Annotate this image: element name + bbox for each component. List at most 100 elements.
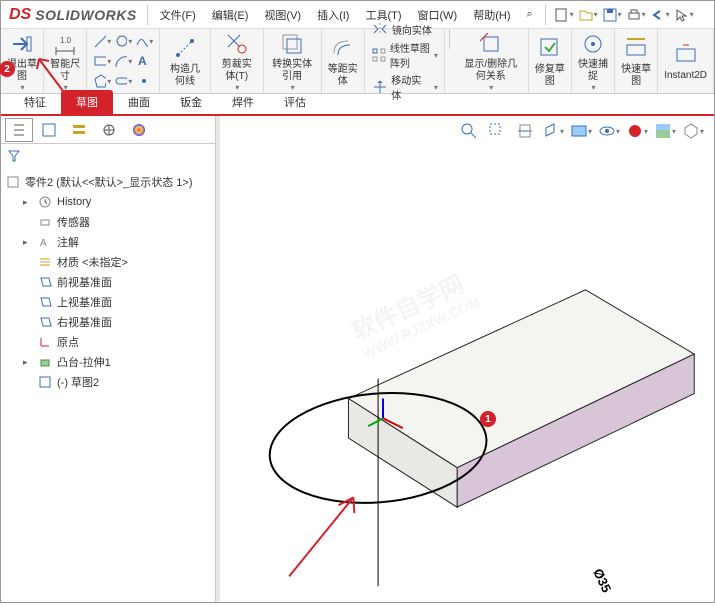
- quicksnap-button[interactable]: 快速捕捉 ▾: [572, 29, 615, 93]
- spline-tool[interactable]: ▾: [135, 32, 153, 50]
- mirror-icon: [371, 20, 389, 38]
- model-geometry: [220, 116, 714, 602]
- offset-button[interactable]: 等距实体: [322, 29, 365, 93]
- trim-button[interactable]: 剪裁实体(T) ▾: [211, 29, 264, 93]
- undo-button[interactable]: ▾: [650, 5, 670, 25]
- logo-text: SOLIDWORKS: [35, 7, 136, 23]
- tree-sensors[interactable]: 传感器: [5, 212, 211, 232]
- tree-material[interactable]: 材质 <未指定>: [5, 252, 211, 272]
- offset-label: 等距实体: [328, 64, 358, 88]
- menu-edit[interactable]: 编辑(E): [204, 4, 257, 26]
- tab-sheetmetal[interactable]: 钣金: [165, 90, 217, 114]
- exit-sketch-button[interactable]: 2 退出草图 ▾: [1, 29, 44, 93]
- polygon-tool[interactable]: ▾: [93, 72, 111, 90]
- zoom-fit-icon[interactable]: [458, 120, 480, 142]
- display-relations-label: 显示/删除几何关系: [460, 59, 522, 83]
- instant2d-icon: [672, 40, 700, 68]
- origin-icon: [37, 334, 53, 350]
- view-settings-icon[interactable]: ▾: [682, 120, 704, 142]
- select-button[interactable]: ▾: [674, 5, 694, 25]
- construction-icon: [171, 34, 199, 62]
- mirror-label: 镜向实体: [392, 22, 432, 37]
- filter-icon[interactable]: [7, 149, 21, 163]
- construction-button[interactable]: 构造几何线: [160, 29, 211, 93]
- convert-button[interactable]: 转换实体引用 ▾: [264, 29, 322, 93]
- logo-mark: DS: [9, 6, 31, 24]
- expander-icon[interactable]: ▸: [23, 357, 33, 368]
- view-toolbar: ▾ ▾ ▾ ▾ ▾ ▾: [458, 120, 704, 142]
- tree-tab-config[interactable]: [65, 118, 93, 142]
- repair-label: 修复草图: [535, 64, 565, 88]
- pattern-button[interactable]: 线性草图阵列▾: [371, 40, 438, 70]
- pattern-label: 线性草图阵列: [390, 40, 430, 70]
- line-tool[interactable]: ▾: [93, 32, 111, 50]
- menu-view[interactable]: 视图(V): [256, 4, 309, 26]
- expander-icon[interactable]: ▸: [23, 237, 33, 248]
- quicksnap-label: 快速捕捉: [578, 59, 608, 83]
- scene-icon[interactable]: ▾: [654, 120, 676, 142]
- hide-show-icon[interactable]: ▾: [598, 120, 620, 142]
- print-button[interactable]: ▾: [626, 5, 646, 25]
- repair-button[interactable]: 修复草图: [529, 29, 572, 93]
- tree-right-label: 右视基准面: [57, 314, 112, 330]
- tree-right-plane[interactable]: 右视基准面: [5, 312, 211, 332]
- tree-root[interactable]: 零件2 (默认<<默认>_显示状态 1>): [5, 172, 211, 192]
- display-relations-button[interactable]: 显示/删除几何关系 ▾: [454, 29, 529, 93]
- tree-sketch2[interactable]: (-) 草图2: [5, 372, 211, 392]
- tree-history[interactable]: ▸History: [5, 192, 211, 212]
- expander-icon[interactable]: ▸: [23, 197, 33, 208]
- feature-manager-pane: 零件2 (默认<<默认>_显示状态 1>) ▸History 传感器 ▸A注解 …: [1, 116, 216, 602]
- tree-front-plane[interactable]: 前视基准面: [5, 272, 211, 292]
- tree-annotations[interactable]: ▸A注解: [5, 232, 211, 252]
- sensors-icon: [37, 214, 53, 230]
- plane-icon: [37, 274, 53, 290]
- orient-icon[interactable]: ▾: [542, 120, 564, 142]
- tree-sensors-label: 传感器: [57, 214, 90, 230]
- plane-icon: [37, 294, 53, 310]
- sketch-icon: [37, 374, 53, 390]
- tree-tab-property[interactable]: [35, 118, 63, 142]
- convert-label: 转换实体引用: [270, 59, 315, 83]
- extrude-icon: [37, 354, 53, 370]
- repair-icon: [536, 34, 564, 62]
- graphics-viewport[interactable]: ▾ ▾ ▾ ▾ ▾ ▾ 软件自学网 WWW.RJZXW.COM: [220, 116, 714, 602]
- circle-tool[interactable]: ▾: [114, 32, 132, 50]
- tree-tab-feature[interactable]: [5, 118, 33, 142]
- tab-weldments[interactable]: 焊件: [217, 90, 269, 114]
- annotations-icon: A: [37, 234, 53, 250]
- trim-icon: [223, 31, 251, 57]
- menu-help[interactable]: 帮助(H): [465, 4, 518, 26]
- command-manager-tabs: 特征 草图 曲面 钣金 焊件 评估: [1, 94, 714, 116]
- save-button[interactable]: ▾: [602, 5, 622, 25]
- menu-search-icon[interactable]: ⌕: [519, 5, 541, 24]
- rect-tool[interactable]: ▾: [93, 52, 111, 70]
- pattern-icon: [371, 46, 387, 64]
- tree-tab-display[interactable]: [125, 118, 153, 142]
- open-button[interactable]: ▾: [578, 5, 598, 25]
- text-tool[interactable]: A: [135, 52, 153, 70]
- appearance-icon[interactable]: ▾: [626, 120, 648, 142]
- tree-extrude[interactable]: ▸凸台-拉伸1: [5, 352, 211, 372]
- arc-tool[interactable]: ▾: [114, 52, 132, 70]
- tree-sketch2-label: (-) 草图2: [57, 374, 99, 390]
- section-icon[interactable]: [514, 120, 536, 142]
- tab-surfaces[interactable]: 曲面: [113, 90, 165, 114]
- zoom-area-icon[interactable]: [486, 120, 508, 142]
- new-button[interactable]: ▾: [554, 5, 574, 25]
- menu-insert[interactable]: 插入(I): [309, 4, 357, 26]
- menu-file[interactable]: 文件(F): [152, 4, 204, 26]
- tree-tab-dimxpert[interactable]: [95, 118, 123, 142]
- point-tool[interactable]: [135, 72, 153, 90]
- material-icon: [37, 254, 53, 270]
- mirror-button[interactable]: 镜向实体: [371, 20, 432, 38]
- rapid-sketch-button[interactable]: 快速草图: [615, 29, 658, 93]
- display-style-icon[interactable]: ▾: [570, 120, 592, 142]
- tree-top-plane[interactable]: 上视基准面: [5, 292, 211, 312]
- tree-origin[interactable]: 原点: [5, 332, 211, 352]
- move-label: 移动实体: [391, 72, 430, 102]
- move-button[interactable]: 移动实体▾: [371, 72, 438, 102]
- svg-text:1.0: 1.0: [60, 36, 72, 45]
- slot-tool[interactable]: ▾: [114, 72, 132, 90]
- tab-evaluate[interactable]: 评估: [269, 90, 321, 114]
- instant2d-button[interactable]: Instant2D: [658, 29, 714, 93]
